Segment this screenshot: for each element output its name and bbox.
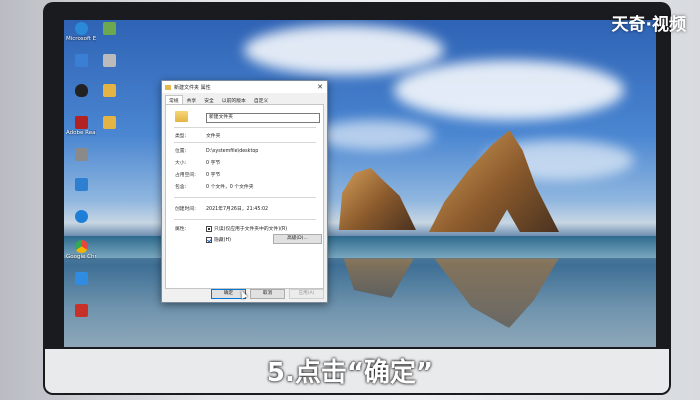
desktop-icon-label: Microsoft Edge <box>66 36 96 42</box>
wallpaper-cloud <box>244 25 444 75</box>
field-value: 0 字节 <box>206 173 221 178</box>
step-caption: 5.点击“确定” <box>266 358 434 388</box>
wallpaper-reflection <box>434 258 559 328</box>
desktop-icon-edge[interactable]: Microsoft Edge <box>66 22 96 42</box>
advanced-button[interactable]: 高级(D)... <box>273 234 322 244</box>
size-on-disk-row: 占用空间: 0 字节 <box>175 171 220 178</box>
field-value: 文件夹 <box>206 134 221 139</box>
desktop-icon-app[interactable] <box>66 54 96 68</box>
desktop-icon-label: Adobe Reader <box>66 130 96 136</box>
desktop-icon-label: Google Chrome <box>66 254 96 260</box>
folder-icon <box>102 84 116 97</box>
field-value: 0 个文件，0 个文件夹 <box>206 185 254 190</box>
app-icon <box>102 54 116 67</box>
field-label: 属性: <box>175 227 187 232</box>
folder-icon <box>102 116 116 129</box>
location-row: 位置: D:\systemfile\desktop <box>175 147 258 154</box>
wallpaper-reflection <box>343 258 414 298</box>
tab-customize[interactable]: 自定义 <box>250 95 272 104</box>
field-value: 2021年7月26日，21:45:02 <box>206 207 269 212</box>
type-row: 类型: 文件夹 <box>175 132 220 139</box>
cancel-button[interactable]: 取消 <box>250 289 285 299</box>
created-row: 创建时间: 2021年7月26日，21:45:02 <box>175 205 268 212</box>
desktop-icon-folder[interactable] <box>94 116 124 130</box>
app-icon <box>74 272 88 285</box>
wallpaper-cloud <box>314 120 434 150</box>
desktop-icon-chrome[interactable]: Google Chrome <box>66 240 96 260</box>
desktop-icon-app[interactable] <box>66 210 96 224</box>
tab-previous-versions[interactable]: 以前的版本 <box>218 95 250 104</box>
pdf-icon <box>74 116 88 129</box>
desktop-icon-folder[interactable] <box>94 84 124 98</box>
folder-properties-dialog: 新建文件夹 属性 ✕ 常规 共享 安全 以前的版本 自定义 新建文件夹 类型: 文… <box>161 80 328 303</box>
desktop-icon-file[interactable] <box>94 22 124 36</box>
wallpaper-cloud <box>394 60 624 120</box>
desktop-icon-app[interactable] <box>94 54 124 68</box>
tab-sharing[interactable]: 共享 <box>183 95 201 104</box>
desktop-icon-adobe[interactable]: Adobe Reader <box>66 116 96 136</box>
penguin-icon <box>74 84 88 97</box>
divider <box>174 197 316 198</box>
desktop-icon-app[interactable] <box>66 178 96 192</box>
size-row: 大小: 0 字节 <box>175 159 220 166</box>
readonly-checkbox[interactable] <box>206 225 212 232</box>
dialog-title: 新建文件夹 属性 <box>174 84 211 91</box>
field-label: 大小: <box>175 161 187 166</box>
divider <box>174 142 316 143</box>
app-icon <box>74 54 88 67</box>
hidden-label: 隐藏(H) <box>214 238 231 243</box>
dialog-titlebar[interactable]: 新建文件夹 属性 ✕ <box>162 81 327 93</box>
apply-button[interactable]: 应用(A) <box>289 289 324 299</box>
field-label: 创建时间: <box>175 207 196 212</box>
app-icon <box>74 304 88 317</box>
wallpaper-rock-left <box>338 168 416 230</box>
wallpaper-sea <box>64 236 656 258</box>
general-tab-panel: 新建文件夹 类型: 文件夹 位置: D:\systemfile\desktop 大小… <box>165 104 324 289</box>
dialog-tabs: 常规 共享 安全 以前的版本 自定义 <box>162 93 327 104</box>
tab-general[interactable]: 常规 <box>165 95 183 104</box>
readonly-label: 只读(仅应用于文件夹中的文件)(R) <box>214 227 288 232</box>
folder-name-input[interactable]: 新建文件夹 <box>206 113 320 123</box>
folder-icon <box>165 84 171 90</box>
folder-icon <box>175 111 188 122</box>
field-value: D:\systemfile\desktop <box>206 149 259 154</box>
desktop-icon-app[interactable] <box>66 148 96 162</box>
divider <box>174 127 316 128</box>
desktop-icon-app[interactable] <box>66 304 96 318</box>
dialog-button-row: 确定 取消 应用(A) <box>211 289 324 299</box>
app-icon <box>74 210 88 223</box>
attributes-row: 属性: 只读(仅应用于文件夹中的文件)(R) <box>175 225 287 232</box>
divider <box>174 219 316 220</box>
field-label: 位置: <box>175 149 187 154</box>
hidden-row: 隐藏(H) <box>206 236 231 243</box>
hidden-checkbox[interactable] <box>206 236 212 243</box>
video-watermark: 天奇·视频 <box>611 15 686 35</box>
app-icon <box>74 148 88 161</box>
app-icon <box>74 178 88 191</box>
field-value: 0 字节 <box>206 161 221 166</box>
chrome-icon <box>74 240 88 253</box>
file-icon <box>102 22 116 35</box>
field-label: 类型: <box>175 134 187 139</box>
tab-security[interactable]: 安全 <box>200 95 218 104</box>
desktop-screen: Microsoft Edge Adobe Reader Google Chrom… <box>64 20 656 347</box>
close-icon[interactable]: ✕ <box>313 83 327 91</box>
edge-icon <box>74 22 88 35</box>
contains-row: 包含: 0 个文件，0 个文件夹 <box>175 183 254 190</box>
desktop-icon-app[interactable] <box>66 272 96 286</box>
desktop-icon-qq[interactable] <box>66 84 96 98</box>
field-label: 包含: <box>175 185 187 190</box>
field-label: 占用空间: <box>175 173 196 178</box>
